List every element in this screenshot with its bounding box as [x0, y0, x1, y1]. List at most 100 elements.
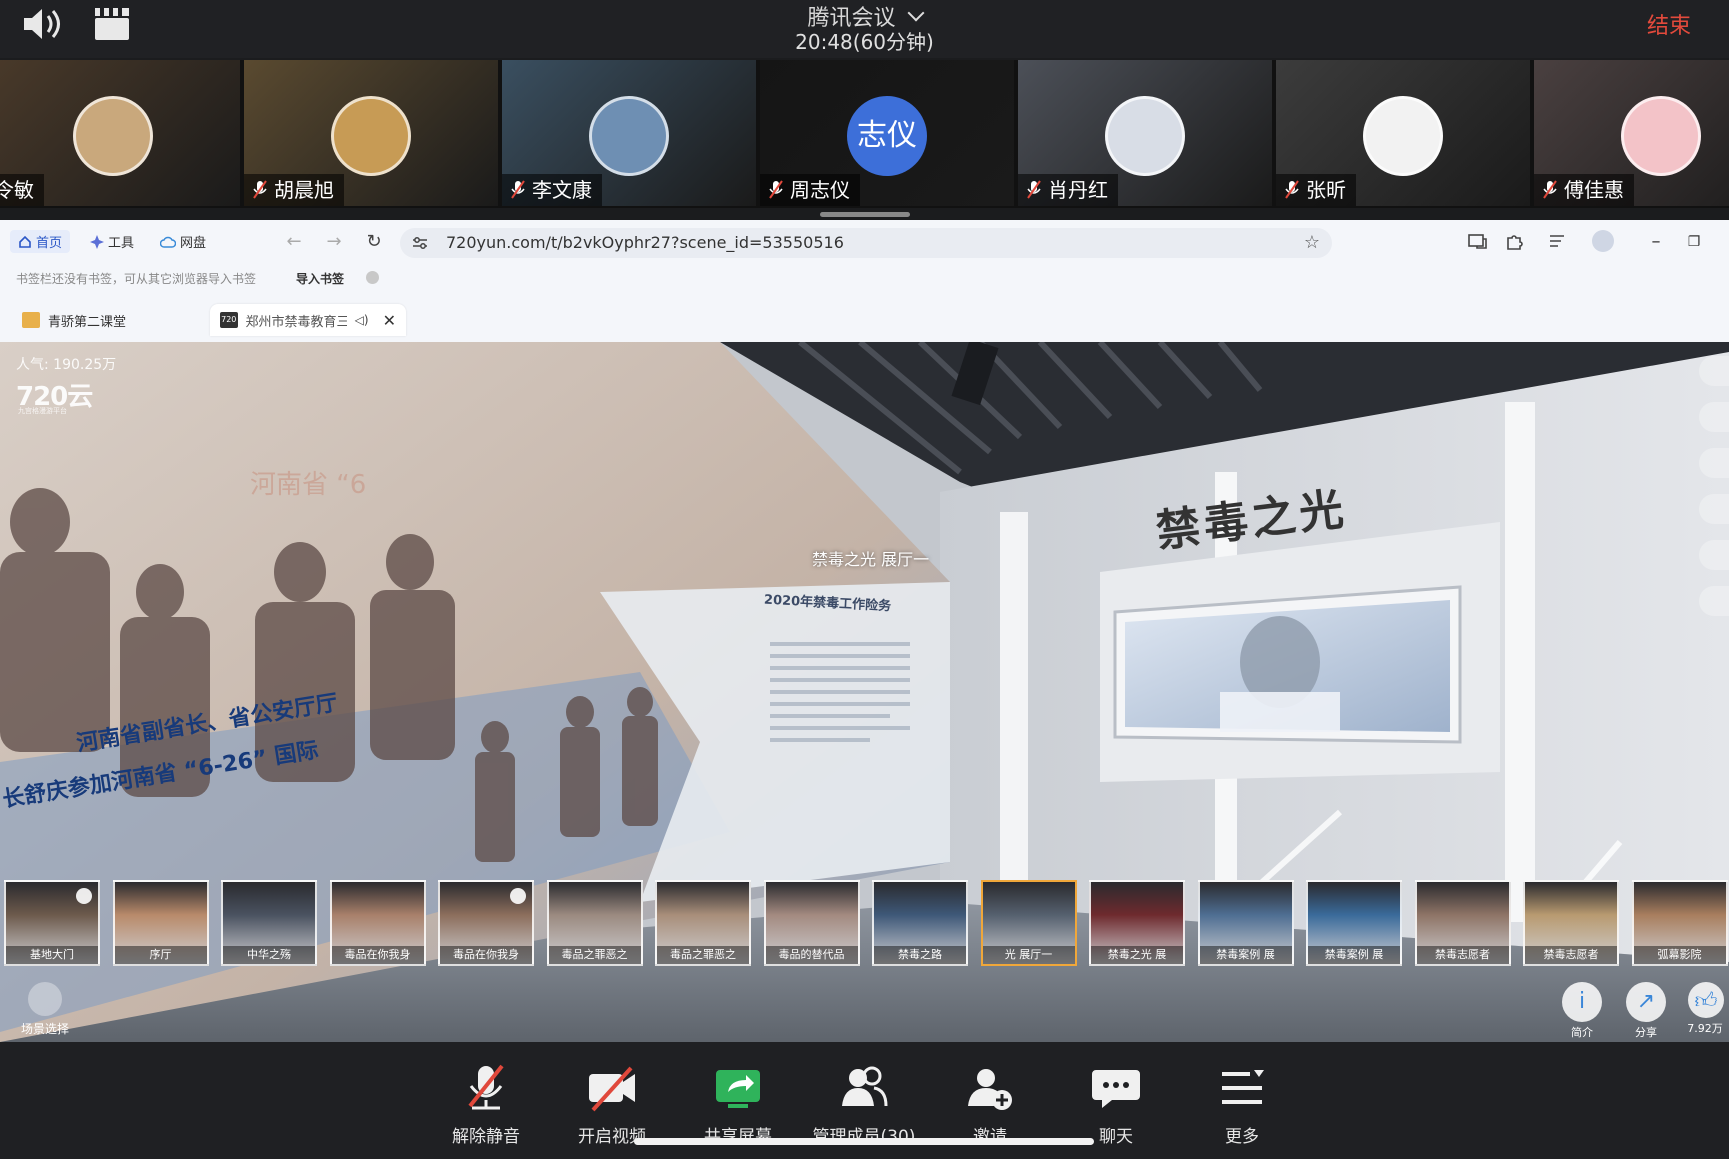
scene-thumbnail-label: 禁毒志愿者	[1416, 946, 1509, 964]
end-meeting-button[interactable]: 结束	[1647, 8, 1691, 40]
start-video-button[interactable]: 开启视频	[552, 1062, 672, 1147]
panorama-viewer[interactable]: 河南省 “6 禁毒之光 2020年禁毒工作险务 河南省副省长、省公安厅厅 长舒庆…	[0, 342, 1729, 1042]
minimize-icon[interactable]: –	[1646, 232, 1666, 252]
scene-thumbnail[interactable]: 毒品之罪恶之	[655, 880, 751, 966]
back-arrow-icon[interactable]: ←	[284, 232, 304, 252]
cast-icon[interactable]	[1466, 230, 1488, 252]
scene-thumbnail[interactable]: 中华之殇	[221, 880, 317, 966]
scene-thumbnail[interactable]: 禁毒案例 展	[1197, 880, 1294, 966]
strip-drag-handle[interactable]	[820, 212, 910, 217]
scene-thumbnail[interactable]: 序厅	[112, 880, 209, 966]
tab-zhengzhou-active[interactable]: 720 郑州市禁毒教育三 ◁) ✕	[210, 304, 406, 336]
scene-thumbnail[interactable]: 毒品在你我身	[438, 880, 534, 966]
close-bookmark-hint-icon[interactable]	[366, 271, 379, 284]
share-button[interactable]: ↗ 分享	[1616, 982, 1676, 1040]
cloud-drive-button[interactable]: 网盘	[160, 232, 206, 251]
like-button[interactable]: 👍︎ 7.92万	[1680, 982, 1729, 1036]
fullscreen-icon[interactable]	[1699, 356, 1729, 386]
participant-nameplate: 傅佳惠	[1534, 174, 1634, 206]
participant-tile[interactable]: 张昕	[1276, 60, 1530, 206]
home-indicator[interactable]	[634, 1138, 1094, 1145]
scene-thumbnail[interactable]: 禁毒之路	[872, 880, 968, 966]
participant-tile[interactable]: 志仪 周志仪	[760, 60, 1014, 206]
thumbs-up-icon: 👍︎	[1688, 982, 1724, 1018]
scene-thumbnail[interactable]: 基地大门	[4, 880, 100, 966]
participant-name: 令敏	[0, 178, 34, 202]
address-bar[interactable]: 720yun.com/t/b2vkOyphr27?scene_id=535505…	[400, 228, 1332, 258]
import-bookmarks-link[interactable]: 导入书签	[296, 270, 344, 287]
reload-icon[interactable]: ↻	[364, 232, 384, 252]
scene-thumbnail-label: 毒品之罪恶之	[657, 946, 749, 964]
meeting-timer: 20:48(60分钟)	[795, 30, 934, 54]
manage-members-button[interactable]: 管理成员(30)	[804, 1062, 924, 1147]
participant-nameplate: 周志仪	[760, 174, 860, 206]
scene-thumbnail[interactable]: 禁毒志愿者	[1414, 880, 1511, 966]
close-tab-icon[interactable]: ✕	[383, 311, 396, 330]
profile-avatar[interactable]	[1592, 230, 1614, 252]
sparkle-icon	[90, 234, 104, 249]
restore-icon[interactable]: ❐	[1684, 232, 1704, 252]
scene-select-button[interactable]: 场景选择	[12, 982, 78, 1037]
avatar	[1621, 96, 1701, 176]
chat-button[interactable]: 聊天	[1056, 1062, 1176, 1147]
url-text[interactable]: 720yun.com/t/b2vkOyphr27?scene_id=535505…	[446, 233, 844, 252]
home-icon	[19, 235, 31, 248]
participant-tile[interactable]: 李文康	[502, 60, 756, 206]
tools-button[interactable]: 工具	[90, 232, 134, 251]
scene-thumbnail-label: 毒品之罪恶之	[548, 946, 641, 964]
share-screen-button[interactable]: 共享屏幕	[678, 1062, 798, 1147]
cloud-icon	[160, 236, 176, 248]
voice-icon[interactable]	[1699, 448, 1729, 478]
bookmarks-empty-message: 书签栏还没有书签，可从其它浏览器导入书签	[16, 272, 257, 286]
scene-thumbnail-label: 光 展厅一	[982, 946, 1075, 964]
participant-tile[interactable]: 令敏	[0, 60, 240, 206]
bookmark-star-icon[interactable]: ☆	[1304, 232, 1320, 253]
eye-icon[interactable]	[1699, 540, 1729, 570]
avatar	[589, 96, 669, 176]
unmute-button[interactable]: 解除静音	[426, 1062, 546, 1147]
more-button[interactable]: 更多	[1182, 1062, 1302, 1147]
participant-tile[interactable]: 傅佳惠	[1534, 60, 1729, 206]
share-icon: ↗	[1626, 982, 1666, 1022]
music-icon[interactable]	[1699, 402, 1729, 432]
info-icon: i	[1562, 982, 1602, 1022]
participant-nameplate: 令敏	[0, 174, 44, 206]
menu-lines-icon[interactable]	[1546, 230, 1568, 252]
participant-nameplate: 李文康	[502, 174, 602, 206]
scene-thumbnail[interactable]: 禁毒志愿者	[1523, 880, 1619, 966]
scene-thumbnail[interactable]: 禁毒之光 展	[1089, 880, 1185, 966]
picture-icon[interactable]	[1699, 494, 1729, 524]
muted-mic-icon	[468, 1064, 504, 1110]
avatar	[1105, 96, 1185, 176]
popularity-count: 人气: 190.25万	[16, 357, 117, 373]
tab-qingjiao[interactable]: 青骄第二课堂	[12, 304, 208, 336]
muted-mic-icon	[1543, 180, 1557, 199]
participant-tile[interactable]: 胡晨旭	[244, 60, 498, 206]
forward-arrow-icon[interactable]: →	[324, 232, 344, 252]
site-settings-icon[interactable]	[412, 235, 428, 251]
muted-mic-icon	[1285, 180, 1299, 199]
participant-name: 张昕	[1306, 178, 1346, 202]
banner-title-text: 河南省 “6	[250, 470, 367, 500]
scene-thumbnail[interactable]: 毒品之罪恶之	[546, 880, 643, 966]
invite-button[interactable]: 邀请	[930, 1062, 1050, 1147]
scene-thumbnail[interactable]: 光 展厅一	[980, 880, 1077, 966]
home-button[interactable]: 首页	[10, 230, 71, 253]
tab-audio-icon[interactable]: ◁)	[355, 313, 369, 327]
gyroscope-icon[interactable]	[1699, 586, 1729, 616]
scene-thumbnail[interactable]: 弧幕影院	[1631, 880, 1728, 966]
participant-name: 肖丹红	[1048, 178, 1108, 202]
avatar	[331, 96, 411, 176]
participant-nameplate: 肖丹红	[1018, 174, 1118, 206]
tab-favicon: 720	[220, 312, 238, 328]
extensions-icon[interactable]	[1504, 230, 1526, 252]
scene-hotspot-label[interactable]: 禁毒之光 展厅一	[812, 546, 929, 570]
scene-thumbnail[interactable]: 毒品在你我身	[329, 880, 426, 966]
intro-button[interactable]: i 简介	[1552, 982, 1612, 1040]
scene-thumbnail-label: 禁毒之光 展	[1091, 946, 1183, 964]
muted-mic-icon	[511, 180, 525, 199]
participant-tile[interactable]: 肖丹红	[1018, 60, 1272, 206]
scene-thumbnail[interactable]: 禁毒案例 展	[1306, 880, 1402, 966]
scene-thumbnail-label: 中华之殇	[223, 946, 315, 964]
scene-thumbnail[interactable]: 毒品的替代品	[763, 880, 860, 966]
